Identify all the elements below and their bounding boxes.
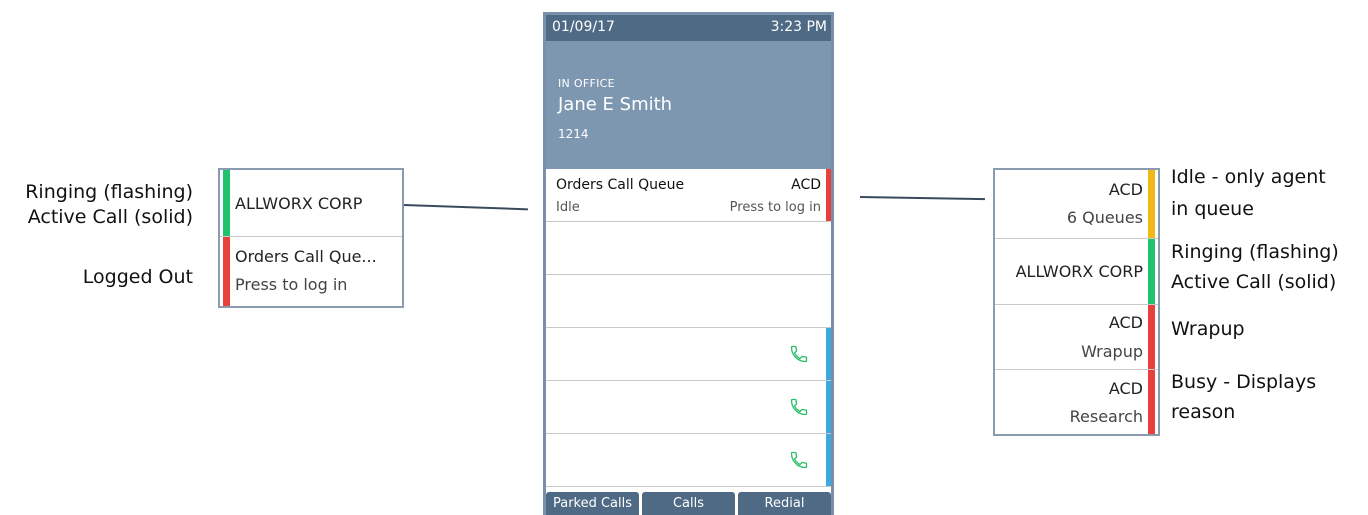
softkey-bar: Parked Calls Calls Redial	[546, 491, 831, 515]
acd-busy-key[interactable]: ACD Research	[995, 370, 1158, 434]
calls-softkey[interactable]: Calls	[642, 492, 735, 515]
queue-count-label: 6 Queues	[1066, 208, 1143, 227]
user-extension: 1214	[558, 127, 589, 141]
busy-reason-label: Research	[1069, 407, 1143, 426]
acd-label: ACD	[1108, 180, 1143, 199]
queue-title: Orders Call Queue	[556, 177, 685, 193]
acd-label: ACD	[1108, 313, 1143, 332]
acd-queues-key[interactable]: ACD 6 Queues	[995, 170, 1158, 239]
note-wrapup: Wrapup	[1171, 318, 1245, 340]
orders-call-queue-key[interactable]: Orders Call Queue ACD Idle Press to log …	[546, 169, 831, 222]
note-busy-line2: reason	[1171, 401, 1236, 423]
wrapup-label: Wrapup	[1081, 342, 1143, 361]
acd-label: ACD	[1108, 379, 1143, 398]
parked-calls-softkey[interactable]: Parked Calls	[546, 492, 639, 515]
park-key-3[interactable]	[546, 434, 831, 487]
park-status-strip	[826, 328, 831, 380]
note-active-call-solid: Active Call (solid)	[1171, 271, 1337, 293]
queue-status-strip	[223, 237, 230, 306]
status-bar: 01/09/17 3:23 PM	[546, 15, 831, 41]
allworx-corp-key[interactable]: ALLWORX CORP	[995, 239, 1158, 305]
note-ringing-flashing: Ringing (flashing)	[25, 181, 193, 203]
queue-status-strip	[826, 169, 831, 221]
date-display: 01/09/17	[552, 19, 615, 35]
busy-status-strip	[1148, 370, 1155, 434]
call-status-strip	[1148, 239, 1155, 304]
park-key-2[interactable]	[546, 381, 831, 434]
note-active-call-solid: Active Call (solid)	[27, 206, 193, 228]
allworx-corp-label: ALLWORX CORP	[1015, 262, 1143, 281]
note-busy-line1: Busy - Displays	[1171, 371, 1317, 393]
wrapup-status-strip	[1148, 305, 1155, 369]
allworx-corp-key[interactable]: ALLWORX CORP	[220, 170, 402, 237]
park-status-strip	[826, 381, 831, 433]
queue-status: Idle	[556, 200, 580, 215]
orders-call-queue-key[interactable]: Orders Call Que... Press to log in	[220, 237, 402, 306]
idle-status-strip	[1148, 170, 1155, 238]
orders-queue-label: Orders Call Que...	[235, 247, 377, 266]
user-header: IN OFFICE Jane E Smith 1214	[546, 41, 831, 169]
note-ringing-flashing: Ringing (flashing)	[1171, 241, 1339, 263]
note-idle-line1: Idle - only agent	[1171, 166, 1326, 188]
call-status-strip	[223, 170, 230, 236]
right-connector-line	[859, 196, 985, 201]
phone-icon	[790, 451, 808, 469]
park-key-1[interactable]	[546, 328, 831, 381]
phone-icon	[790, 345, 808, 363]
note-logged-out: Logged Out	[82, 266, 193, 288]
left-key-panel: ALLWORX CORP Orders Call Que... Press to…	[218, 168, 404, 308]
user-name: Jane E Smith	[558, 94, 673, 115]
queue-tag: ACD	[791, 177, 821, 193]
press-to-log-in-label: Press to log in	[235, 275, 348, 294]
left-connector-line	[403, 204, 528, 211]
time-display: 3:23 PM	[770, 19, 827, 35]
presence-status: IN OFFICE	[558, 77, 615, 90]
redial-softkey[interactable]: Redial	[738, 492, 831, 515]
empty-key-2[interactable]	[546, 275, 831, 328]
note-idle-line2: in queue	[1171, 198, 1254, 220]
acd-wrapup-key[interactable]: ACD Wrapup	[995, 305, 1158, 370]
allworx-corp-label: ALLWORX CORP	[235, 194, 363, 213]
queue-action: Press to log in	[729, 200, 821, 215]
phone-display: 01/09/17 3:23 PM IN OFFICE Jane E Smith …	[543, 12, 834, 515]
phone-icon	[790, 398, 808, 416]
park-status-strip	[826, 434, 831, 486]
right-key-panel: ACD 6 Queues ALLWORX CORP ACD Wrapup ACD…	[993, 168, 1160, 436]
empty-key-1[interactable]	[546, 222, 831, 275]
